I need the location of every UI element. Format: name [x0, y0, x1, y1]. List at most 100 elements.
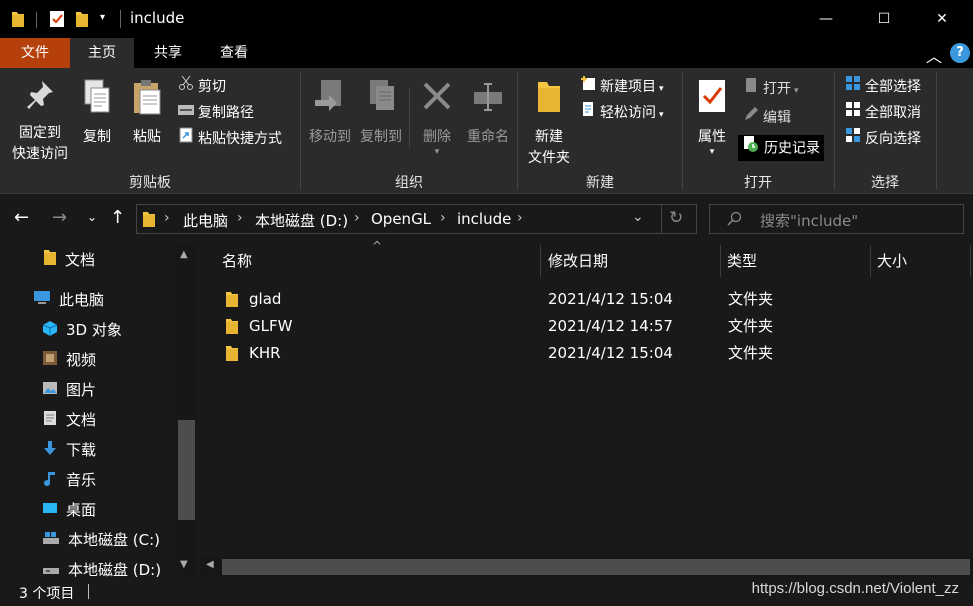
- copy-to-button[interactable]: 复制到: [355, 78, 407, 148]
- new-item-button[interactable]: 新建项目 ▾: [580, 75, 664, 99]
- close-button[interactable]: ✕: [919, 0, 965, 38]
- nav-item-pictures[interactable]: 图片: [42, 375, 96, 405]
- ribbon-tab-bar: 文件 主页 共享 查看 ︿ ?: [0, 38, 973, 68]
- breadcrumb-separator-icon[interactable]: ›: [440, 210, 446, 226]
- column-divider[interactable]: [970, 245, 971, 277]
- recent-locations-chevron-icon[interactable]: ⌄: [87, 210, 97, 224]
- nav-item-downloads[interactable]: 下载: [42, 435, 96, 465]
- edit-pencil-icon: [743, 106, 759, 130]
- watermark-text: https://blog.csdn.net/Violent_zz: [751, 580, 959, 597]
- table-row[interactable]: KHR 2021/4/12 15:04 文件夹: [220, 340, 920, 367]
- easy-access-button[interactable]: 轻松访问 ▾: [580, 101, 664, 125]
- nav-item-videos[interactable]: 视频: [42, 345, 96, 375]
- rename-button[interactable]: 重命名: [462, 78, 514, 148]
- forward-arrow-icon[interactable]: →: [52, 207, 67, 228]
- nav-item-label: 文档: [65, 251, 96, 269]
- tab-file[interactable]: 文件: [0, 38, 70, 68]
- scroll-down-arrow-icon[interactable]: ▼: [180, 559, 188, 570]
- breadcrumb-this-pc[interactable]: 此电脑: [183, 210, 228, 231]
- address-history-chevron-icon[interactable]: ⌄: [632, 209, 644, 225]
- scroll-up-arrow-icon[interactable]: ▲: [180, 249, 188, 260]
- scroll-left-arrow-icon[interactable]: ◀: [206, 559, 214, 570]
- table-row[interactable]: GLFW 2021/4/12 14:57 文件夹: [220, 313, 920, 340]
- nav-item-label: 音乐: [66, 471, 97, 489]
- cube-icon: [42, 316, 58, 346]
- nav-item-3d-objects[interactable]: 3D 对象: [42, 315, 122, 345]
- tab-share[interactable]: 共享: [134, 38, 202, 68]
- paste-shortcut-button[interactable]: 粘贴快捷方式: [178, 127, 282, 151]
- column-header-size[interactable]: 大小: [877, 245, 907, 277]
- column-divider[interactable]: [870, 245, 871, 277]
- breadcrumb-separator-icon[interactable]: ›: [164, 210, 170, 226]
- rename-label: 重命名: [467, 129, 509, 145]
- breadcrumb-separator-icon[interactable]: ›: [354, 210, 360, 226]
- copy-button[interactable]: 复制: [76, 78, 118, 148]
- breadcrumb-separator-icon[interactable]: ›: [237, 210, 243, 226]
- drive-icon: [42, 556, 60, 579]
- drive-icon: [42, 526, 60, 556]
- help-icon[interactable]: ?: [950, 43, 970, 63]
- up-arrow-icon[interactable]: ↑: [110, 207, 125, 228]
- nav-item-drive-d[interactable]: 本地磁盘 (D:): [42, 555, 161, 578]
- file-list-scroll-thumb[interactable]: [222, 559, 970, 575]
- delete-button[interactable]: 删除 ▾: [416, 78, 458, 157]
- new-item-label: 新建项目: [600, 79, 656, 95]
- column-divider[interactable]: [720, 245, 721, 277]
- history-icon: [742, 135, 760, 162]
- column-divider[interactable]: [540, 245, 541, 277]
- properties-quick-icon[interactable]: [49, 10, 65, 32]
- open-icon: [743, 77, 759, 101]
- tab-view[interactable]: 查看: [202, 38, 266, 68]
- copy-path-button[interactable]: 复制路径: [178, 101, 254, 125]
- refresh-icon[interactable]: ↻: [669, 208, 683, 228]
- column-header-modified[interactable]: 修改日期: [548, 245, 608, 277]
- address-bar[interactable]: › 此电脑 › 本地磁盘 (D:) › OpenGL › include › ⌄…: [136, 204, 697, 234]
- table-row[interactable]: glad 2021/4/12 15:04 文件夹: [220, 286, 920, 313]
- new-folder-quick-icon[interactable]: [75, 10, 89, 32]
- pin-to-quick-access-button[interactable]: 固定到 快速访问: [6, 78, 74, 165]
- paste-shortcut-icon: [178, 127, 194, 151]
- nav-pane-scroll-thumb[interactable]: [178, 420, 195, 520]
- breadcrumb-separator-icon[interactable]: ›: [517, 210, 523, 226]
- search-input[interactable]: 搜索"include": [760, 210, 858, 231]
- column-header-name[interactable]: 名称: [222, 245, 252, 277]
- maximize-button[interactable]: ☐: [861, 0, 907, 38]
- nav-item-desktop[interactable]: 桌面: [42, 495, 96, 525]
- easy-access-label: 轻松访问: [600, 105, 656, 121]
- nav-item-documents-quick[interactable]: 文档: [43, 245, 95, 275]
- history-button[interactable]: 历史记录: [738, 135, 824, 161]
- copy-icon: [76, 78, 118, 123]
- select-none-button[interactable]: 全部取消: [845, 101, 921, 125]
- tab-home[interactable]: 主页: [70, 38, 134, 68]
- invert-selection-button[interactable]: 反向选择: [845, 127, 921, 151]
- cut-button[interactable]: 剪切: [178, 75, 226, 99]
- properties-dropdown-icon[interactable]: ▾: [690, 148, 734, 157]
- nav-item-documents[interactable]: 文档: [42, 405, 96, 435]
- nav-item-this-pc[interactable]: 此电脑: [33, 285, 104, 315]
- edit-button[interactable]: 编辑: [743, 106, 791, 130]
- back-arrow-icon[interactable]: ←: [14, 207, 29, 228]
- customize-quick-access-icon[interactable]: ▾: [100, 12, 105, 23]
- paste-icon: [126, 78, 168, 123]
- minimize-button[interactable]: —: [803, 0, 849, 38]
- video-icon: [42, 346, 58, 376]
- collapse-ribbon-icon[interactable]: ︿: [926, 43, 942, 67]
- open-button[interactable]: 打开 ▾: [743, 77, 799, 101]
- delete-dropdown-icon[interactable]: ▾: [416, 148, 458, 157]
- move-to-button[interactable]: 移动到: [304, 78, 356, 148]
- new-folder-button[interactable]: 新建 文件夹: [522, 78, 576, 169]
- nav-item-label: 下载: [66, 441, 97, 459]
- nav-item-music[interactable]: 音乐: [42, 465, 96, 495]
- breadcrumb-drive-d[interactable]: 本地磁盘 (D:): [255, 210, 348, 231]
- delete-x-icon: [416, 78, 458, 123]
- nav-item-label: 此电脑: [59, 291, 105, 309]
- column-header-type[interactable]: 类型: [727, 245, 757, 277]
- nav-item-drive-c[interactable]: 本地磁盘 (C:): [42, 525, 160, 555]
- nav-pane-scrollbar[interactable]: [175, 245, 196, 578]
- breadcrumb-include[interactable]: include: [457, 210, 511, 228]
- properties-button[interactable]: 属性 ▾: [690, 78, 734, 157]
- paste-button[interactable]: 粘贴: [126, 78, 168, 148]
- breadcrumb-opengl[interactable]: OpenGL: [371, 210, 431, 228]
- search-box[interactable]: 搜索"include": [709, 204, 964, 234]
- select-all-button[interactable]: 全部选择: [845, 75, 921, 99]
